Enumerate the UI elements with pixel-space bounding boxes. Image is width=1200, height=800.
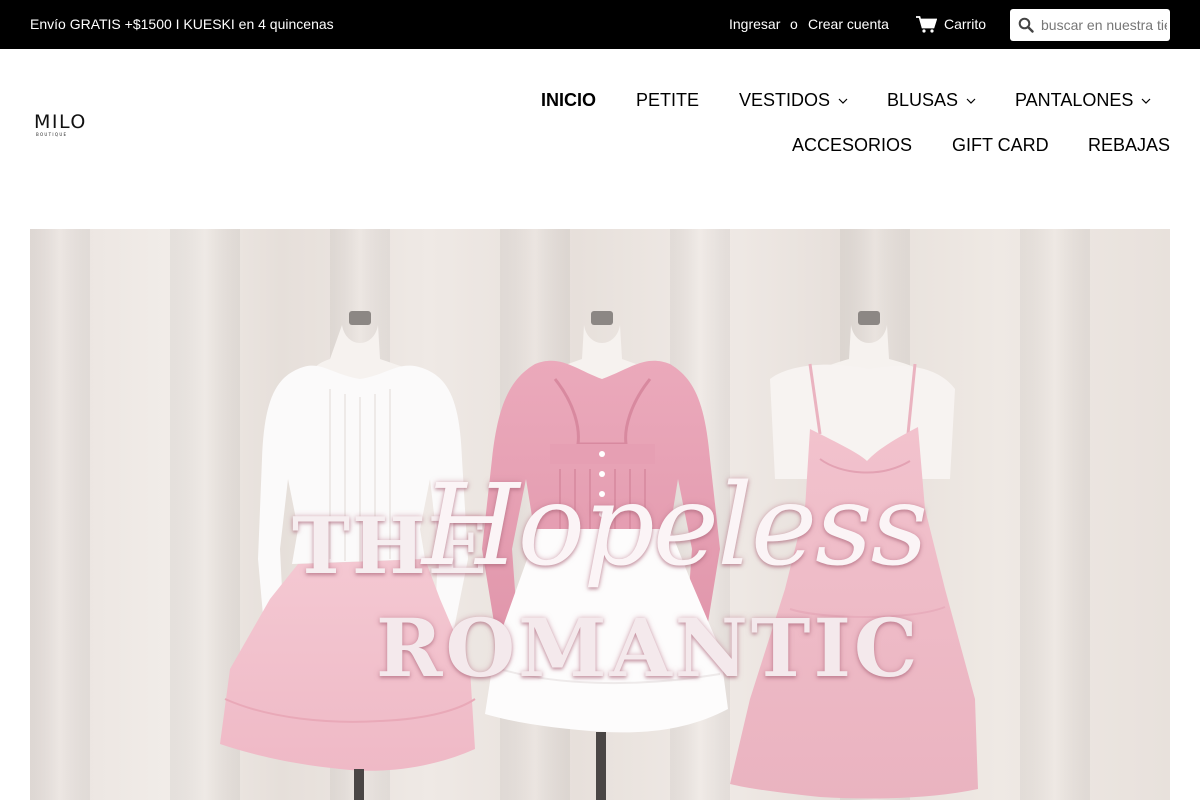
chevron-down-icon — [838, 98, 848, 104]
nav-label: ACCESORIOS — [792, 135, 913, 155]
nav-item-blusas[interactable]: BLUSAS — [887, 90, 976, 111]
logo-wordmark: MILO — [34, 111, 87, 133]
nav-item-gift-card[interactable]: GIFT CARD — [952, 135, 1049, 156]
cart-label: Carrito — [944, 16, 987, 32]
nav-item-vestidos[interactable]: VESTIDOS — [739, 90, 848, 111]
chevron-down-icon — [1141, 98, 1151, 104]
hero-title-hopeless: Hopeless — [422, 461, 928, 591]
login-link[interactable]: Ingresar — [729, 16, 780, 32]
nav-label: VESTIDOS — [739, 90, 831, 110]
announcement-bar: Envío GRATIS +$1500 I KUESKI en 4 quince… — [0, 0, 1200, 49]
chevron-down-icon — [966, 98, 976, 104]
logo[interactable]: MILO BOUTIQUE — [34, 112, 94, 138]
nav-item-inicio[interactable]: INICIO — [541, 90, 596, 111]
register-link[interactable]: Crear cuenta — [808, 16, 889, 32]
search-icon[interactable] — [1018, 17, 1034, 33]
nav-item-petite[interactable]: PETITE — [636, 90, 699, 111]
hero-title-romantic: ROMANTIC — [376, 601, 921, 695]
nav-label: REBAJAS — [1088, 135, 1171, 155]
nav-label: GIFT CARD — [952, 135, 1049, 155]
nav-item-rebajas[interactable]: REBAJAS — [1088, 135, 1170, 156]
nav-label: PETITE — [636, 90, 700, 110]
promo-text: Envío GRATIS +$1500 I KUESKI en 4 quince… — [30, 16, 334, 32]
nav-item-pantalones[interactable]: PANTALONES — [1015, 90, 1151, 111]
nav-label: INICIO — [541, 90, 597, 110]
nav-label: BLUSAS — [887, 90, 959, 110]
cart-icon — [916, 15, 937, 33]
nav-label: PANTALONES — [1015, 90, 1134, 110]
nav-item-accesorios[interactable]: ACCESORIOS — [792, 135, 912, 156]
hero-banner[interactable]: THE Hopeless ROMANTIC — [30, 229, 1170, 800]
cart-link[interactable]: Carrito — [916, 13, 986, 35]
search-input[interactable] — [1041, 17, 1167, 33]
search-box[interactable] — [1010, 9, 1170, 41]
or-separator: o — [790, 16, 798, 32]
